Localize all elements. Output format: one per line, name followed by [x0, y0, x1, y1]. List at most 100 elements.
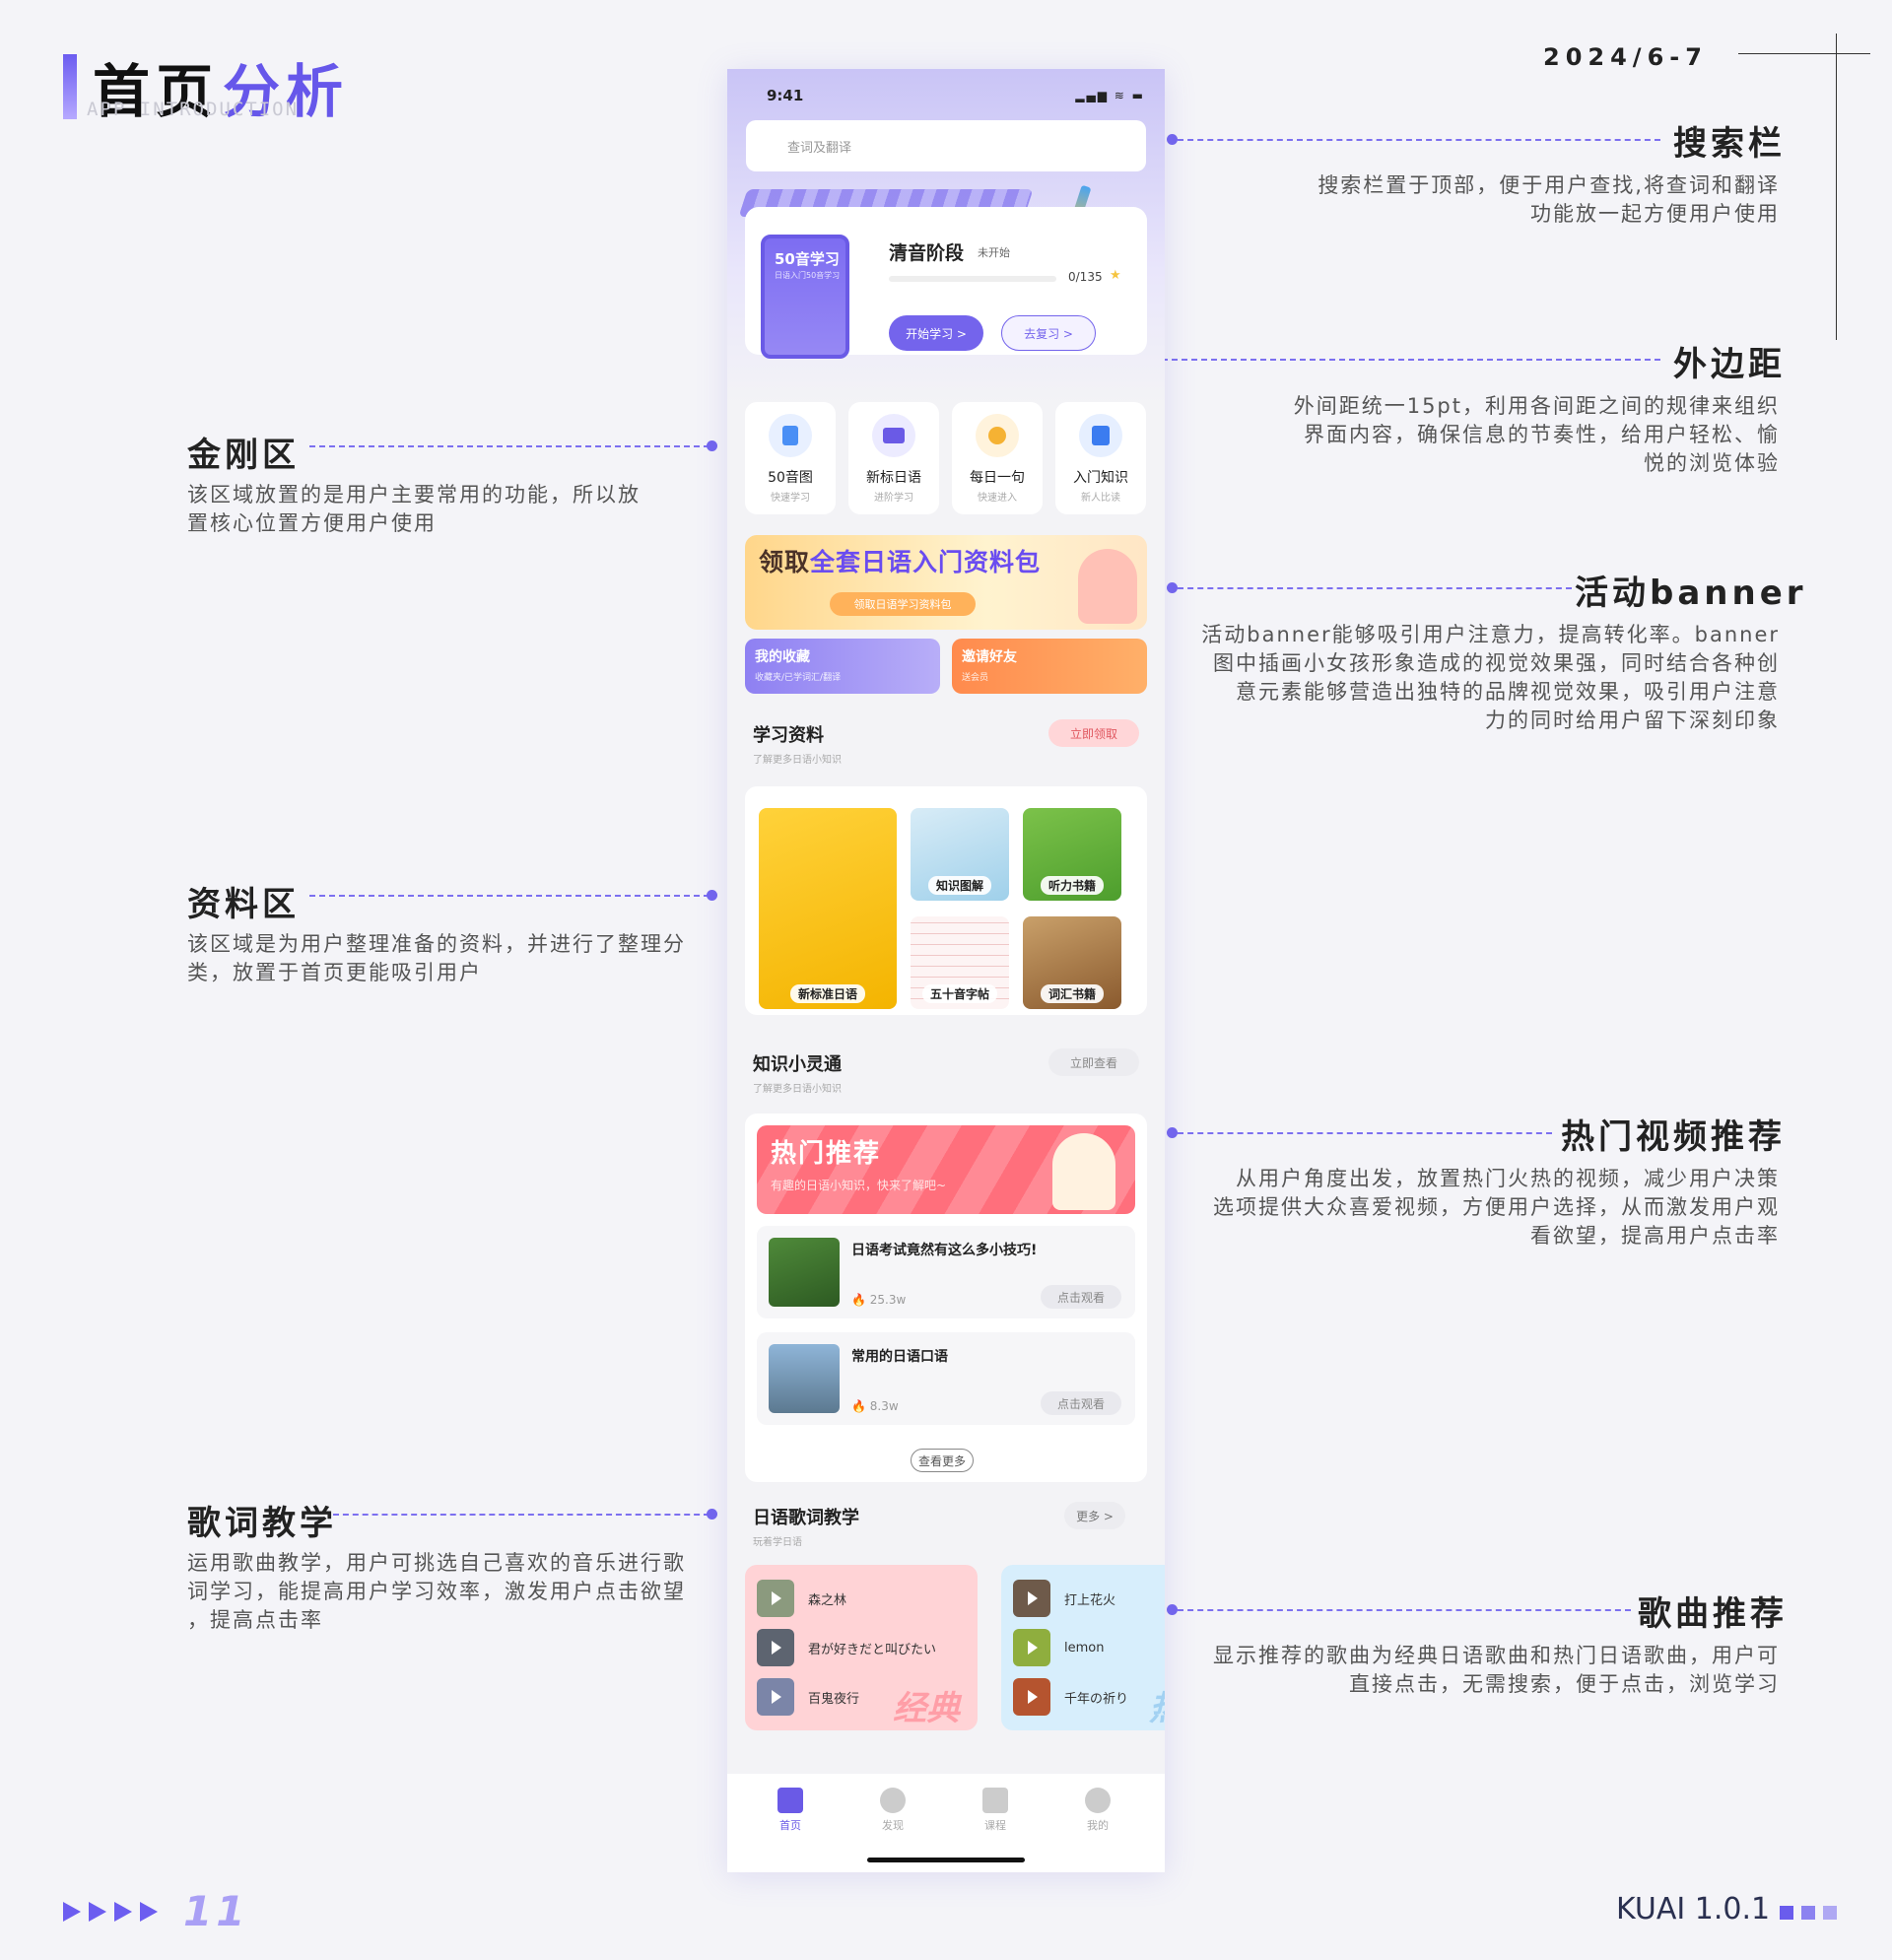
banner-annotation-text: 活动banner能够吸引用户注意力，提高转化率。banner 图中插画小女孩形象造… [1201, 623, 1780, 732]
video-item[interactable]: 常用的日语口语 🔥 8.3w 点击观看 [757, 1332, 1135, 1425]
song-annotation-text: 显示推荐的歌曲为经典日语歌曲和热门日语歌曲，用户可 直接点击，无需搜索，便于点击，… [1213, 1644, 1780, 1696]
lyric-annotation-line [333, 1514, 710, 1516]
resource-annotation-title: 资料区 [187, 885, 300, 924]
hot-annotation-text: 从用户角度出发，放置热门火热的视频，减少用户决策 选项提供大众喜爱视频，方便用户选… [1213, 1167, 1780, 1248]
view-count: 🔥 8.3w [851, 1399, 899, 1413]
banner-annotation-title: 活动banner [1575, 574, 1807, 613]
view-now-button[interactable]: 立即查看 [1048, 1048, 1139, 1076]
resource-item[interactable]: 词汇书籍 [1023, 916, 1121, 1009]
margin-annotation-line [1162, 359, 1660, 361]
play-icon [1013, 1678, 1050, 1716]
video-thumbnail [769, 1238, 840, 1307]
kingkong-label: 入门知识 [1073, 470, 1128, 486]
video-thumbnail [769, 1344, 840, 1413]
kingkong-sub: 进阶学习 [874, 493, 913, 504]
song-item[interactable]: 打上花火 [1013, 1579, 1115, 1618]
start-learning-button[interactable]: 开始学习 > [889, 315, 983, 351]
play-icon [1013, 1580, 1050, 1617]
claim-button[interactable]: 立即领取 [1048, 719, 1139, 747]
song-annotation-title: 歌曲推荐 [1638, 1594, 1788, 1634]
decor-square [1780, 1906, 1793, 1920]
kingkong-sub: 新人比读 [1081, 493, 1120, 504]
kingkong-sub: 快速学习 [771, 493, 810, 504]
search-placeholder: 查词及翻译 [787, 140, 852, 156]
tile-subtitle: 送会员 [962, 673, 989, 683]
kingkong-sub: 快速进入 [978, 493, 1017, 504]
tab-home[interactable]: 首页 [761, 1788, 820, 1833]
kingkong-annotation-line [309, 445, 710, 447]
song-item[interactable]: lemon [1013, 1628, 1104, 1667]
stage-title: 清音阶段 [889, 242, 965, 264]
version-label: KUAI 1.0.1 [1616, 1892, 1771, 1926]
song-item[interactable]: 森之林 [757, 1579, 846, 1618]
resource-label: 知识图解 [927, 876, 992, 895]
lyric-annotation-text: 运用歌曲教学，用户可挑选自己喜欢的音乐进行歌 词学习，能提高用户学习效率，激发用户… [187, 1551, 686, 1632]
progress-text: 0/135 [1068, 270, 1103, 284]
tile-subtitle: 收藏夹/已学词汇/翻译 [755, 673, 842, 683]
banner-annotation-line [1178, 587, 1572, 589]
kingkong-item-50-chart[interactable]: 50音图 快速学习 [745, 402, 836, 514]
status-time: 9:41 [767, 87, 804, 104]
boy-illustration [1052, 1133, 1115, 1210]
compass-icon [880, 1788, 906, 1813]
hot-annotation-dot [1167, 1127, 1178, 1138]
song-annotation-dot [1167, 1604, 1178, 1615]
activity-banner[interactable]: 领取全套日语入门资料包 领取日语学习资料包 [745, 535, 1147, 630]
kingkong-item-daily[interactable]: 每日一句 快速进入 [952, 402, 1043, 514]
lyric-annotation-title: 歌词教学 [187, 1504, 337, 1543]
tab-profile[interactable]: 我的 [1068, 1788, 1127, 1833]
hot-banner[interactable]: 热门推荐 有趣的日语小知识，快来了解吧~ [757, 1125, 1135, 1214]
song-item[interactable]: 百鬼夜行 [757, 1677, 859, 1717]
hot-annotation-line [1178, 1132, 1552, 1134]
review-button[interactable]: 去复习 > [1001, 315, 1096, 351]
study-section-subtitle: 了解更多日语小知识 [753, 755, 842, 766]
course-book[interactable]: 50音学习 日语入门50音学习 [761, 235, 849, 359]
book-subtitle: 日语入门50音学习 [775, 271, 841, 280]
favorites-tile[interactable]: 我的收藏 收藏夹/已学词汇/翻译 [745, 639, 940, 694]
classic-watermark: 经典 [893, 1689, 960, 1728]
kingkong-item-intro[interactable]: 入门知识 新人比读 [1055, 402, 1146, 514]
corner-line-vertical [1836, 34, 1837, 340]
resource-annotation-dot [707, 890, 717, 901]
banner-heading: 领取全套日语入门资料包 [759, 548, 1042, 576]
invite-tile[interactable]: 邀请好友 送会员 [952, 639, 1147, 694]
lyrics-section-title: 日语歌词教学 [753, 1508, 859, 1528]
status-icons: ▂▄▆ ≋ ▬ [1075, 89, 1145, 102]
hot-banner-title: 热门推荐 [771, 1139, 882, 1169]
stage-status: 未开始 [978, 246, 1010, 259]
resource-item[interactable]: 听力书籍 [1023, 808, 1121, 901]
view-count: 🔥 25.3w [851, 1293, 907, 1307]
decor-square [1801, 1906, 1815, 1920]
search-input[interactable]: 查词及翻译 [746, 120, 1146, 171]
kingkong-label: 每日一句 [970, 470, 1025, 486]
resource-item[interactable]: 新标准日语 [759, 808, 897, 1009]
document-icon [769, 414, 812, 457]
margin-annotation-title: 外边距 [1673, 345, 1786, 384]
view-more-button[interactable]: 查看更多 [911, 1449, 974, 1472]
video-title: 日语考试竟然有这么多小技巧! [851, 1243, 1038, 1258]
resource-item[interactable]: 知识图解 [911, 808, 1009, 901]
hot-banner-subtitle: 有趣的日语小知识，快来了解吧~ [771, 1179, 947, 1192]
arrow-icon [140, 1902, 158, 1922]
song-item[interactable]: 千年の祈り [1013, 1677, 1128, 1717]
date-label: 2024/6-7 [1543, 43, 1708, 71]
more-button[interactable]: 更多 > [1064, 1502, 1125, 1529]
profile-icon [1085, 1788, 1111, 1813]
tab-discover[interactable]: 发现 [863, 1788, 922, 1833]
watch-button[interactable]: 点击观看 [1041, 1285, 1121, 1309]
banner-button[interactable]: 领取日语学习资料包 [830, 592, 976, 616]
resource-label: 词汇书籍 [1040, 984, 1105, 1003]
tab-course[interactable]: 课程 [966, 1788, 1025, 1833]
video-item[interactable]: 日语考试竟然有这么多小技巧! 🔥 25.3w 点击观看 [757, 1226, 1135, 1318]
kingkong-annotation-dot [707, 440, 717, 451]
resource-item[interactable]: 五十音字帖 [911, 916, 1009, 1009]
play-icon [757, 1629, 794, 1666]
kingkong-annotation-title: 金刚区 [187, 436, 300, 475]
song-item[interactable]: 君が好きだと叫びたい [757, 1628, 936, 1667]
page-number: 11 [183, 1887, 249, 1935]
margin-annotation-text: 外间距统一15pt，利用各间距之间的规律来组织 界面内容，确保信息的节奏性，给用户… [1293, 394, 1780, 475]
kingkong-item-new-japanese[interactable]: 新标日语 进阶学习 [848, 402, 939, 514]
kingkong-label: 新标日语 [866, 470, 921, 486]
watch-button[interactable]: 点击观看 [1041, 1391, 1121, 1415]
corner-line-horizontal [1738, 53, 1870, 54]
